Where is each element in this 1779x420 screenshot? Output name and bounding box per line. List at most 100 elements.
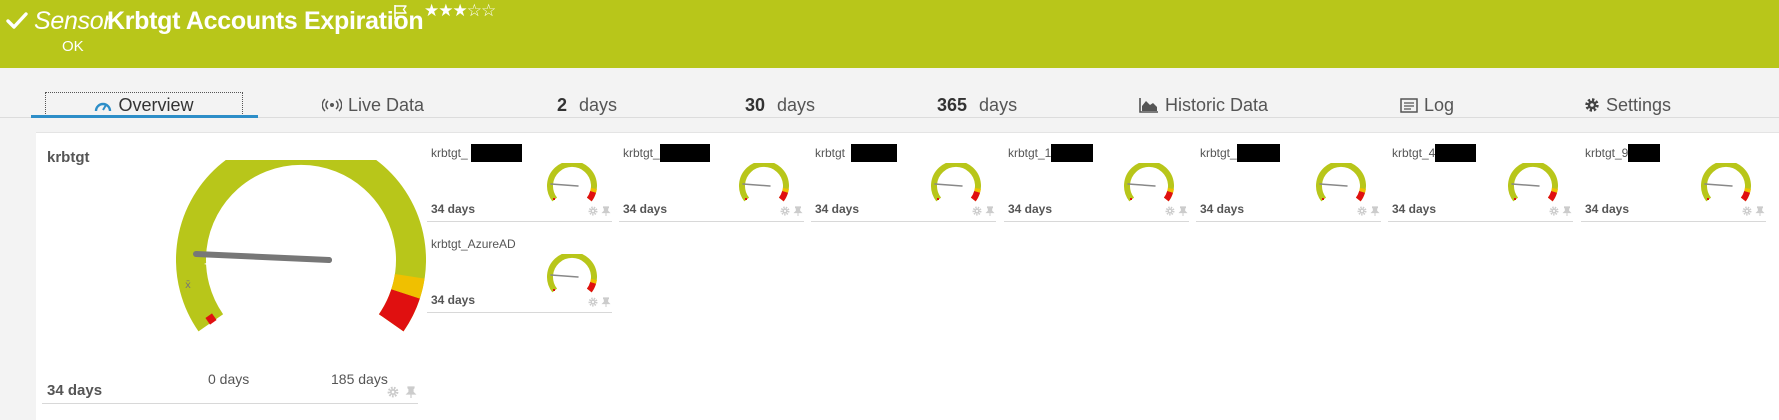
tab-bar: Overview Live Data 2 days 30 days 365 da…	[0, 92, 1779, 118]
gear-icon[interactable]	[1742, 206, 1752, 216]
pin-icon[interactable]	[1755, 206, 1765, 216]
tab-log[interactable]: Log	[1400, 92, 1454, 118]
channel-tile[interactable]: krbtgt_ 34 days	[1196, 132, 1383, 222]
redaction-box	[851, 144, 897, 162]
area-chart-icon	[1139, 98, 1158, 113]
channel-tile[interactable]: krbtgt_ 34 days	[427, 132, 614, 222]
gear-icon[interactable]	[780, 206, 790, 216]
tab-365-days[interactable]: 365 days	[937, 92, 1017, 118]
divider	[427, 312, 612, 313]
channel-gauge	[1124, 163, 1174, 202]
channel-gauge	[1701, 163, 1751, 202]
channel-tile[interactable]: krbtgt 34 days	[811, 132, 998, 222]
channel-tile[interactable]: krbtgt_1 34 days	[1004, 132, 1191, 222]
tab-label: Live Data	[348, 94, 425, 115]
tab-number: 30	[745, 94, 766, 115]
flag-icon[interactable]	[393, 4, 409, 20]
check-icon	[6, 12, 28, 29]
sensor-title: Krbtgt Accounts Expiration	[107, 7, 424, 35]
primary-gauge[interactable]: x̄	[176, 160, 426, 360]
pin-icon[interactable]	[793, 206, 803, 216]
tab-2-days[interactable]: 2 days	[557, 92, 617, 118]
pin-icon[interactable]	[601, 206, 611, 216]
pin-icon[interactable]	[601, 297, 611, 307]
primary-channel-title: krbtgt	[47, 149, 90, 166]
channel-gauge	[1508, 163, 1558, 202]
gauge-max-label: 185 days	[331, 371, 388, 387]
tab-label: Overview	[118, 95, 194, 115]
pin-icon[interactable]	[985, 206, 995, 216]
channel-gauge	[1316, 163, 1366, 202]
channel-tile[interactable]: krbtgt_9 34 days	[1581, 132, 1768, 222]
tab-label: Historic Data	[1165, 94, 1269, 115]
channel-value: 34 days	[1392, 202, 1437, 216]
channel-name: krbtgt_4	[1392, 146, 1436, 160]
gear-icon[interactable]	[1165, 206, 1175, 216]
channel-gauge	[931, 163, 981, 202]
pin-icon[interactable]	[1562, 206, 1572, 216]
gear-icon[interactable]	[972, 206, 982, 216]
divider	[1581, 221, 1766, 222]
divider	[1388, 221, 1573, 222]
channel-name: krbtgt_	[1200, 146, 1237, 160]
svg-text:x̄: x̄	[185, 280, 191, 291]
tab-30-days[interactable]: 30 days	[745, 92, 815, 118]
status-text: OK	[62, 38, 84, 55]
pin-icon[interactable]	[405, 386, 417, 398]
gear-icon	[1585, 98, 1599, 112]
priority-stars[interactable]: ★★★☆☆	[424, 1, 496, 21]
sensor-header: Sensor Krbtgt Accounts Expiration ★★★☆☆ …	[0, 0, 1779, 68]
gauge-icon	[95, 102, 112, 111]
gear-icon[interactable]	[387, 386, 399, 398]
tab-historic-data[interactable]: Historic Data	[1139, 92, 1268, 118]
tab-label: Settings	[1606, 94, 1672, 115]
gear-icon[interactable]	[588, 297, 598, 307]
channel-value: 34 days	[815, 202, 860, 216]
channel-name: krbtgt_	[623, 146, 660, 160]
divider	[42, 403, 418, 404]
channel-value: 34 days	[1200, 202, 1245, 216]
sensor-type-label: Sensor	[34, 7, 112, 35]
divider	[1004, 221, 1189, 222]
tab-label: days	[579, 94, 618, 115]
gauge-min-label: 0 days	[208, 371, 250, 387]
gear-icon[interactable]	[1549, 206, 1559, 216]
channel-tile[interactable]: krbtgt_4 34 days	[1388, 132, 1575, 222]
channel-value: 34 days	[1585, 202, 1630, 216]
broadcast-icon	[322, 98, 342, 112]
channel-gauge	[547, 254, 597, 293]
channel-tile[interactable]: krbtgt_ 34 days	[619, 132, 806, 222]
redaction-box	[1237, 144, 1280, 162]
log-icon	[1400, 97, 1418, 113]
channel-name: krbtgt_1	[1008, 146, 1052, 160]
pin-icon[interactable]	[1370, 206, 1380, 216]
channel-name: krbtgt_	[431, 146, 468, 160]
channel-value: 34 days	[431, 293, 476, 307]
divider	[1196, 221, 1381, 222]
tab-label: Log	[1424, 94, 1455, 115]
channel-value: 34 days	[431, 202, 476, 216]
redaction-box	[471, 144, 522, 162]
channel-tile[interactable]: krbtgt_AzureAD 34 days	[427, 223, 614, 313]
channel-name: krbtgt	[815, 146, 846, 160]
channel-gauge	[547, 163, 597, 202]
redaction-box	[1435, 144, 1476, 162]
divider	[427, 221, 612, 222]
tab-live-data[interactable]: Live Data	[322, 92, 424, 118]
channel-gauge	[739, 163, 789, 202]
tab-settings[interactable]: Settings	[1584, 92, 1671, 118]
tab-number: 365	[937, 94, 968, 115]
gear-icon[interactable]	[1357, 206, 1367, 216]
gear-icon[interactable]	[588, 206, 598, 216]
redaction-box	[660, 144, 710, 162]
redaction-box	[1051, 144, 1093, 162]
primary-channel-value: 34 days	[47, 382, 103, 399]
channel-name: krbtgt_AzureAD	[431, 237, 516, 251]
pin-icon[interactable]	[1178, 206, 1188, 216]
divider	[811, 221, 996, 222]
divider	[619, 221, 804, 222]
redaction-box	[1628, 144, 1660, 162]
channel-value: 34 days	[623, 202, 668, 216]
active-tab-indicator	[31, 115, 258, 118]
tab-number: 2	[557, 94, 568, 115]
